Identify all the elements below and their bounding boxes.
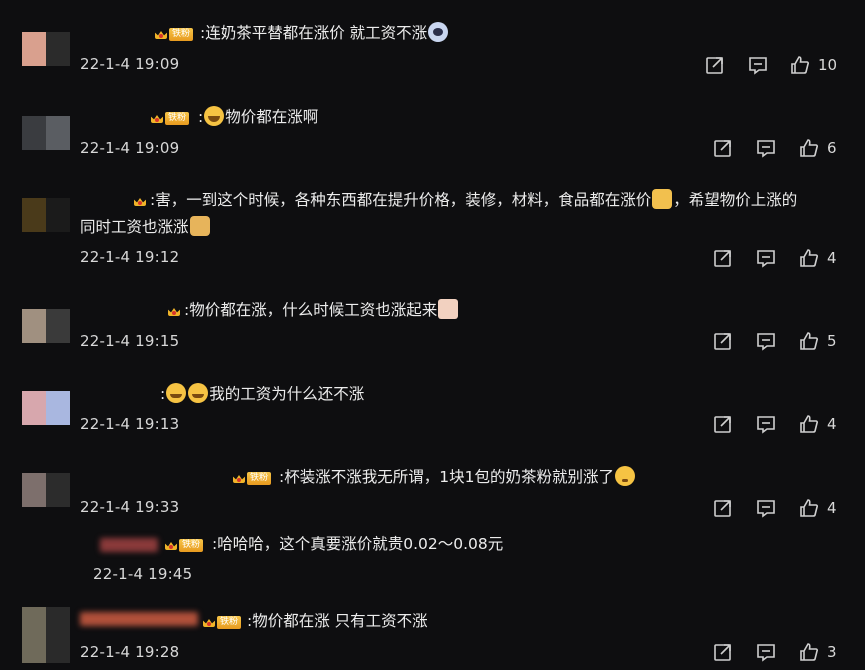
comment-text: :连奶茶平替都在涨价 就工资不涨: [200, 20, 449, 46]
crown-icon: [202, 616, 216, 628]
ghost-emoji-icon: [428, 22, 449, 42]
comment-icon[interactable]: [756, 138, 776, 158]
share-icon[interactable]: [713, 331, 733, 351]
comment-text: : 我的工资为什么还不涨: [160, 383, 365, 403]
comment-time: 22-1-4 19:15: [80, 332, 180, 350]
like-count: 4: [827, 249, 837, 267]
like-icon[interactable]: [799, 414, 819, 434]
crown-icon: [154, 28, 168, 40]
comment-icon[interactable]: [756, 248, 776, 268]
comment-text: :哈哈哈，这个真要涨价就贵0.02～0.08元: [212, 535, 504, 553]
comment-text: : 物价都在涨啊: [198, 106, 319, 126]
like-icon[interactable]: [799, 498, 819, 518]
comment-time: 22-1-4 19:12: [80, 248, 180, 266]
fan-badge: 铁粉: [232, 470, 272, 486]
comment-time: 22-1-4 19:09: [80, 55, 180, 73]
comment-text: :物价都在涨 只有工资不涨: [247, 612, 428, 630]
like-icon[interactable]: [799, 331, 819, 351]
fan-badge: 铁粉: [154, 26, 194, 42]
avatar[interactable]: [22, 391, 70, 425]
crown-icon: [133, 195, 147, 207]
fan-badge: 铁粉: [150, 110, 190, 126]
comment-icon[interactable]: [756, 642, 776, 662]
cat-emoji-icon: [652, 189, 673, 209]
like-count: 4: [827, 415, 837, 433]
like-count: 10: [818, 56, 838, 74]
fan-badge: [167, 303, 181, 319]
comment-icon[interactable]: [756, 331, 776, 351]
like-icon[interactable]: [799, 642, 819, 662]
like-count: 6: [827, 139, 837, 157]
comment-text-line2: 同时工资也涨涨: [80, 214, 211, 240]
comment-text: :杯装涨不涨我无所谓，1块1包的奶茶粉就别涨了: [279, 464, 636, 490]
like-icon[interactable]: [799, 138, 819, 158]
avatar[interactable]: [22, 116, 70, 150]
avatar[interactable]: [22, 309, 70, 343]
cry-emoji-icon: [188, 383, 209, 403]
laugh-emoji-icon: [204, 106, 225, 126]
fan-badge: 铁粉: [202, 614, 242, 630]
crown-icon: [232, 472, 246, 484]
like-icon[interactable]: [799, 248, 819, 268]
pleading-emoji-icon: [614, 466, 635, 486]
crown-icon: [150, 112, 164, 124]
avatar[interactable]: [22, 473, 70, 507]
share-icon[interactable]: [713, 248, 733, 268]
comment-icon[interactable]: [756, 498, 776, 518]
crown-icon: [164, 539, 178, 551]
blurred-username: [80, 612, 198, 626]
comment-icon[interactable]: [756, 414, 776, 434]
fan-badge: [133, 193, 147, 209]
share-icon[interactable]: [705, 55, 725, 75]
cry-emoji-icon: [166, 383, 187, 403]
doge-emoji-icon: [189, 216, 210, 236]
share-icon[interactable]: [713, 498, 733, 518]
comment-time: 22-1-4 19:28: [80, 643, 180, 661]
comment-time: 22-1-4 19:33: [80, 498, 180, 516]
share-icon[interactable]: [713, 642, 733, 662]
blurred-username: [100, 538, 158, 552]
comment-text: :害，一到这个时候，各种东西都在提升价格，装修，材料，食品都在涨价 ，希望物价上涨…: [150, 189, 798, 209]
comment-time: 22-1-4 19:09: [80, 139, 180, 157]
like-icon[interactable]: [790, 55, 810, 75]
fan-badge: 铁粉: [164, 537, 204, 553]
share-icon[interactable]: [713, 138, 733, 158]
like-count: 4: [827, 499, 837, 517]
avatar[interactable]: [22, 32, 70, 66]
comment-feed: 铁粉 :连奶茶平替都在涨价 就工资不涨 22-1-4 19:09 10 铁粉 :…: [0, 0, 865, 670]
avatar[interactable]: [22, 607, 70, 663]
like-count: 3: [827, 643, 837, 661]
comment-icon[interactable]: [748, 55, 768, 75]
comment-time: 22-1-4 19:13: [80, 415, 180, 433]
share-icon[interactable]: [713, 414, 733, 434]
avatar[interactable]: [22, 198, 70, 232]
comment-text: :物价都在涨，什么时候工资也涨起来: [184, 297, 459, 323]
comment-time: 22-1-4 19:45: [93, 565, 193, 583]
face-emoji-icon: [438, 299, 459, 319]
crown-icon: [167, 305, 181, 317]
like-count: 5: [827, 332, 837, 350]
